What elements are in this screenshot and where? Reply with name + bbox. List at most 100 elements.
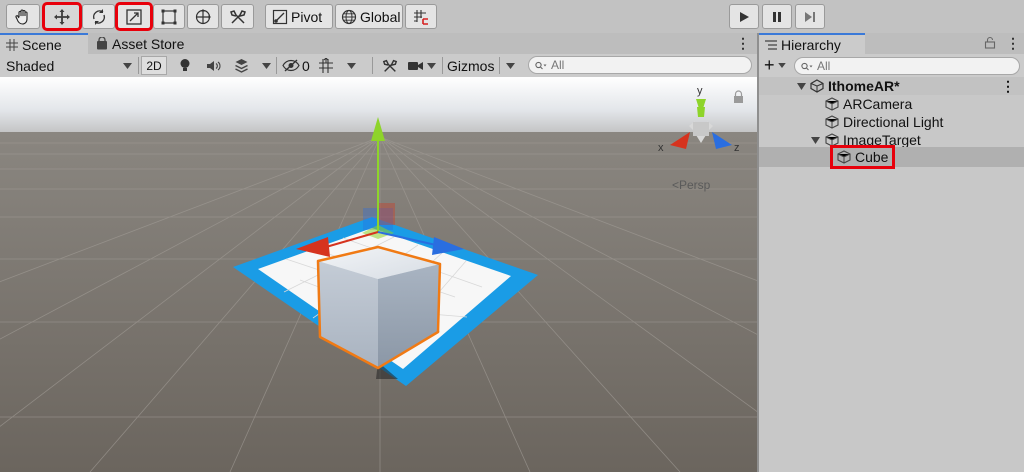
grid-icon <box>6 38 18 51</box>
shading-mode-dropdown[interactable]: Shaded <box>6 56 132 75</box>
shopping-bag-icon <box>97 37 107 50</box>
scene-options-bar: Shaded 2D 0 Gizmos All <box>0 54 757 78</box>
search-icon <box>535 61 547 69</box>
pivot-toggle[interactable]: Pivot <box>265 4 333 29</box>
expand-arrow-icon <box>811 136 820 144</box>
transform-tool-button[interactable] <box>187 4 219 29</box>
pivot-label: Pivot <box>291 8 323 25</box>
tab-scene-label: Scene <box>22 36 62 53</box>
rotate-tool-button[interactable] <box>82 4 115 29</box>
lighting-toggle[interactable] <box>179 56 195 75</box>
pause-button[interactable] <box>762 4 792 29</box>
list-item-label: ImageTarget <box>843 132 921 148</box>
chevron-down-icon <box>123 62 132 69</box>
global-label: Global <box>360 8 401 25</box>
hierarchy-toolbar: + All <box>759 54 1024 78</box>
scene-viewport[interactable]: y x z <Persp <box>0 77 757 472</box>
tab-asset-store[interactable]: Asset Store <box>90 33 200 54</box>
move-arrows-icon <box>54 8 70 25</box>
lightbulb-icon <box>180 59 190 71</box>
chevron-down-icon <box>262 62 271 69</box>
play-button[interactable] <box>729 4 759 29</box>
gizmos-button[interactable]: Gizmos <box>447 56 494 75</box>
rect-tool-button[interactable] <box>153 4 185 29</box>
scene-row[interactable]: IthomeAR* ⋮ <box>759 77 1024 95</box>
pivot-icon <box>272 9 288 24</box>
eye-hidden-icon <box>282 59 300 72</box>
pause-icon <box>773 11 781 22</box>
chevron-down-icon <box>347 62 356 69</box>
tools-icon <box>382 59 398 72</box>
scene-search-input[interactable]: All <box>528 56 752 74</box>
list-item-arcamera[interactable]: ARCamera <box>759 95 1024 113</box>
hierarchy-tab-bar: Hierarchy ⋮ <box>759 33 1024 55</box>
hierarchy-list: IthomeAR* ⋮ ARCamera Directional Light I… <box>759 77 1024 472</box>
step-icon <box>805 11 815 22</box>
hierarchy-menu-icon[interactable]: ⋮ <box>1006 35 1020 52</box>
speaker-icon <box>207 60 221 71</box>
scene-menu-icon[interactable]: ⋮ <box>1001 78 1015 95</box>
scale-icon <box>126 8 142 25</box>
unity-scene-icon <box>810 79 824 93</box>
scale-tool-button[interactable] <box>115 2 153 31</box>
globe-icon <box>341 9 357 24</box>
tab-hierarchy-label: Hierarchy <box>781 36 841 53</box>
camera-settings-dropdown[interactable] <box>408 56 438 75</box>
x-axis-label: x <box>658 142 664 154</box>
hierarchy-search-input[interactable]: All <box>794 57 1020 75</box>
gameobject-icon <box>825 97 839 111</box>
scene-name: IthomeAR* <box>828 78 900 94</box>
play-icon <box>740 11 749 22</box>
scene-render: y x z <Persp <box>0 77 757 472</box>
step-button[interactable] <box>795 4 825 29</box>
shading-mode-value: Shaded <box>6 57 55 74</box>
projection-label[interactable]: <Persp <box>672 178 711 192</box>
effects-chevron[interactable] <box>262 56 271 75</box>
chevron-down-icon <box>777 63 786 68</box>
audio-toggle[interactable] <box>206 56 224 75</box>
main-toolbar: Pivot Global <box>0 0 1024 34</box>
z-axis-label: z <box>734 142 740 154</box>
scene-visibility-toggle[interactable]: 0 <box>282 56 310 75</box>
hand-tool-button[interactable] <box>6 4 40 29</box>
expand-arrow-icon <box>797 82 806 90</box>
list-item-cube[interactable]: Cube <box>759 145 1024 169</box>
grid-chevron[interactable] <box>347 56 356 75</box>
toggle-2d-label: 2D <box>146 58 162 73</box>
effects-dropdown[interactable] <box>234 56 250 75</box>
y-axis-label: y <box>697 85 703 97</box>
gameobject-icon <box>825 133 839 147</box>
cube-highlight-box: Cube <box>829 145 896 169</box>
scene-tab-bar: Scene Asset Store ⋮ <box>0 33 757 55</box>
chevron-down-icon <box>427 62 436 69</box>
tab-hierarchy[interactable]: Hierarchy <box>759 33 865 54</box>
tab-asset-store-label: Asset Store <box>112 35 185 52</box>
scene-search-placeholder: All <box>551 58 565 72</box>
rect-transform-icon <box>161 9 177 24</box>
tools-overlay-toggle[interactable] <box>382 56 400 75</box>
lock-icon[interactable] <box>984 36 996 52</box>
move-tool-button[interactable] <box>42 2 82 31</box>
search-icon <box>801 62 813 70</box>
add-object-button[interactable]: + <box>764 55 786 76</box>
grid-toggle[interactable] <box>318 56 336 75</box>
gameobject-icon <box>825 115 839 129</box>
list-item-directional-light[interactable]: Directional Light <box>759 113 1024 131</box>
video-camera-icon <box>408 61 423 70</box>
layers-effects-icon <box>235 59 248 73</box>
hidden-objects-count: 0 <box>302 57 310 74</box>
list-item-label: Cube <box>855 149 889 165</box>
transform-icon <box>195 8 211 24</box>
snap-settings-button[interactable] <box>405 4 437 29</box>
add-label: + <box>764 55 775 75</box>
gizmos-label: Gizmos <box>447 57 495 74</box>
list-item-label: ARCamera <box>843 96 913 112</box>
custom-tool-button[interactable] <box>221 4 254 29</box>
gizmos-chevron[interactable] <box>506 56 515 75</box>
scene-panel-menu-icon[interactable]: ⋮ <box>736 35 750 52</box>
global-toggle[interactable]: Global <box>335 4 403 29</box>
list-item-label: Directional Light <box>843 114 944 130</box>
grid-snap-toggle-icon <box>319 57 333 73</box>
toggle-2d-button[interactable]: 2D <box>141 56 167 75</box>
tab-scene[interactable]: Scene <box>0 33 88 54</box>
